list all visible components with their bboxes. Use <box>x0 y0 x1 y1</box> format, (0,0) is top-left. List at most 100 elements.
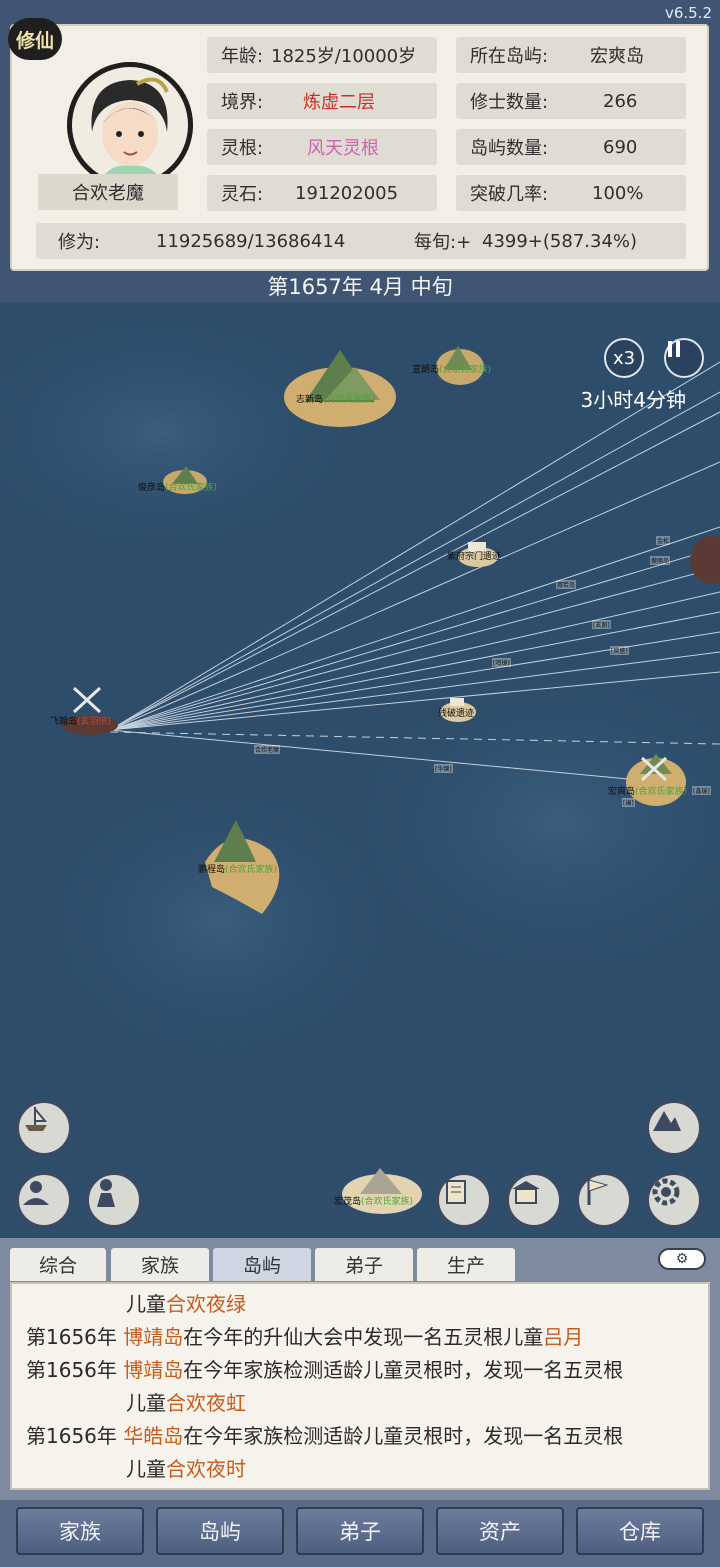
log-year: 第1656年 <box>26 1424 117 1448</box>
stat-realm: 境界: 炼虚二层 <box>207 83 437 119</box>
island-name: 鹏程岛 <box>198 865 226 875</box>
route-marker: [华爍] <box>434 764 453 773</box>
per-xun-value: 4399+(587.34%) <box>482 230 638 252</box>
stat-label: 灵根: <box>221 138 264 159</box>
island-faction: (玄羽宗) <box>77 717 112 727</box>
route-marker: [玄丽] <box>592 620 611 629</box>
island-name: 飞翰岛 <box>50 717 78 727</box>
battle-swords-icon <box>72 686 102 714</box>
stat-label: 所在岛屿: <box>470 46 549 67</box>
nav-family[interactable]: 家族 <box>16 1507 144 1555</box>
log-year: 第1656年 <box>26 1358 117 1382</box>
player-name[interactable]: 合欢老魔 <box>38 174 178 210</box>
log-text: 儿童 <box>126 1292 166 1316</box>
route-marker: [鑫瑞] <box>692 786 711 795</box>
stat-cultivation: 修为: 11925689/13686414 每旬:+ 4399+(587.34%… <box>36 223 686 259</box>
stat-islands: 岛屿数量: 690 <box>456 129 686 165</box>
log-text: 在今年家族检测适龄儿童灵根时，发现一名五灵根 <box>183 1424 624 1448</box>
log-options-button[interactable]: ⚙ <box>658 1248 706 1270</box>
map-canvas <box>0 312 720 1214</box>
status-header: v6.5.2 修仙 合欢老魔 年龄: 1825岁/10000岁 境界: 炼虚二层 <box>0 0 720 302</box>
log-island: 华皓岛 <box>123 1424 184 1448</box>
log-entry: 儿童合欢夜绿 <box>26 1288 696 1321</box>
log-child: 吕月 <box>543 1325 584 1349</box>
route-marker: 合欢老魔 <box>254 745 281 754</box>
meditate-button[interactable] <box>16 1172 72 1228</box>
island-unknown-east[interactable] <box>690 536 720 584</box>
settings-button[interactable] <box>646 1172 702 1228</box>
island-faction: (合欢氏家族) <box>439 365 492 375</box>
island-label: 俊彦岛(合欢氏家族) <box>138 480 217 493</box>
island-faction: (合欢氏家族) <box>361 1197 414 1207</box>
stat-cultivators: 修士数量: 266 <box>456 83 686 119</box>
island-name: 宏茂岛 <box>334 1197 362 1207</box>
cultivation-badge[interactable]: 修仙 <box>8 18 62 60</box>
route-marker: 傲丽岛 <box>650 556 671 565</box>
nav-assets[interactable]: 资产 <box>436 1507 564 1555</box>
route-marker: 金松 <box>656 536 671 545</box>
ship-button[interactable] <box>16 1100 72 1156</box>
tab-disciples[interactable]: 弟子 <box>315 1248 413 1281</box>
log-text: 在今年的升仙大会中发现一名五灵根儿童 <box>183 1325 544 1349</box>
tab-family[interactable]: 家族 <box>111 1248 209 1281</box>
stat-label: 修士数量: <box>470 92 549 113</box>
speed-button[interactable]: x3 <box>604 338 644 378</box>
island-label: 宏爽岛(合欢氏家族) <box>608 784 687 797</box>
pause-button[interactable] <box>664 338 704 378</box>
island-label: 鹏程岛(合欢氏家族) <box>198 862 277 875</box>
mountain-button[interactable] <box>646 1100 702 1156</box>
player-avatar[interactable] <box>67 62 193 188</box>
nav-warehouse[interactable]: 仓库 <box>576 1507 704 1555</box>
meditate-icon <box>23 1181 49 1205</box>
island-feihan[interactable] <box>62 686 118 735</box>
log-child: 合欢夜虹 <box>166 1391 246 1415</box>
log-entry: 第1656年 博靖岛在今年家族检测适龄儿童灵根时，发现一名五灵根 <box>26 1354 696 1387</box>
island-hongmao[interactable] <box>342 1168 422 1214</box>
island-name: 俊彦岛 <box>138 483 166 493</box>
scroll-icon <box>446 1180 466 1204</box>
log-entry: 儿童合欢夜时 <box>26 1453 696 1486</box>
tab-islands[interactable]: 岛屿 <box>213 1248 311 1281</box>
character-button[interactable] <box>86 1172 142 1228</box>
log-child: 合欢夜时 <box>166 1457 246 1481</box>
log-text: 儿童 <box>126 1457 166 1481</box>
log-child: 合欢夜绿 <box>166 1292 246 1316</box>
nav-islands[interactable]: 岛屿 <box>156 1507 284 1555</box>
stat-label: 岛屿数量: <box>470 138 549 159</box>
island-label: 紫府宗门遗迹 <box>447 549 501 562</box>
stat-label: 境界: <box>221 92 264 113</box>
stat-age: 年龄: 1825岁/10000岁 <box>207 37 437 73</box>
log-list[interactable]: 儿童合欢夜绿 第1656年 博靖岛在今年的升仙大会中发现一名五灵根儿童吕月 第1… <box>10 1282 710 1490</box>
island-name: 宣朗岛 <box>412 365 440 375</box>
mountain-icon <box>653 1111 681 1131</box>
stat-root: 灵根: 风天灵根 <box>207 129 437 165</box>
island-name: 志新岛 <box>296 395 324 405</box>
ship-icon <box>25 1106 48 1131</box>
bottom-nav: 家族 岛屿 弟子 资产 仓库 <box>0 1500 720 1567</box>
island-label: 志新岛(合欢氏家族) <box>296 392 375 405</box>
tab-general[interactable]: 综合 <box>10 1248 106 1281</box>
stat-value: 191202005 <box>295 182 399 204</box>
world-map[interactable]: 宣朗岛(合欢氏家族) 志新岛(合欢氏家族) 俊彦岛(合欢氏家族) 紫府宗门遗迹 … <box>0 302 720 1238</box>
log-year: 第1656年 <box>26 1325 117 1349</box>
sect-hall-button[interactable] <box>506 1172 562 1228</box>
route-marker: [奕盛] <box>610 646 629 655</box>
version-label: v6.5.2 <box>664 4 712 22</box>
scroll-button[interactable] <box>436 1172 492 1228</box>
stat-value: 炼虚二层 <box>303 92 375 113</box>
hall-icon <box>512 1181 540 1204</box>
nav-disciples[interactable]: 弟子 <box>296 1507 424 1555</box>
island-faction: (合欢氏家族) <box>635 787 688 797</box>
tab-production[interactable]: 生产 <box>417 1248 515 1281</box>
island-name: 宏爽岛 <box>608 787 636 797</box>
stat-value: 100% <box>592 182 644 204</box>
island-faction: (合欢氏家族) <box>323 395 376 405</box>
stat-label: 年龄: <box>221 46 264 67</box>
flag-icon <box>587 1179 609 1205</box>
stat-label: 突破几率: <box>470 184 549 205</box>
stat-value: 11925689/13686414 <box>156 230 346 252</box>
stat-breakthrough: 突破几率: 100% <box>456 175 686 211</box>
stat-value: 1825岁/10000岁 <box>271 46 417 67</box>
flag-button[interactable] <box>576 1172 632 1228</box>
log-island: 博靖岛 <box>123 1325 184 1349</box>
